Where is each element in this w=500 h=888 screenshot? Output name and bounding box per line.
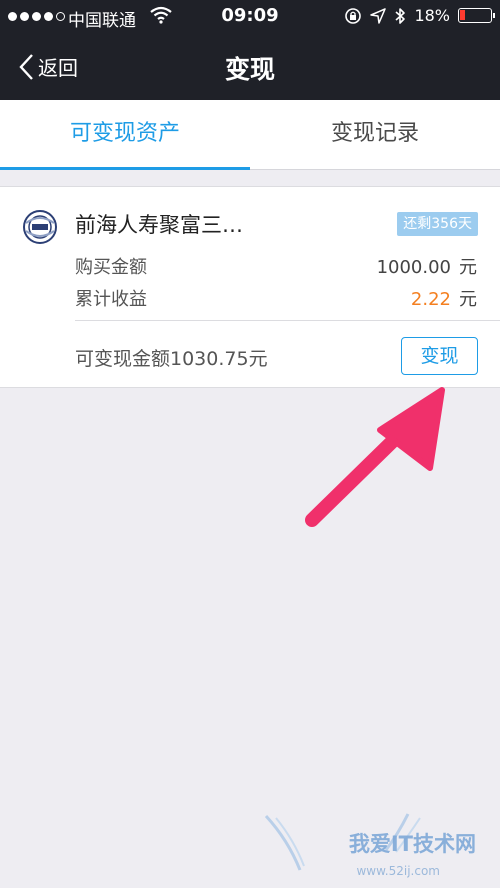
divider	[75, 320, 500, 321]
watermark-url: www.52ij.com	[356, 864, 440, 878]
insurer-logo-icon	[23, 210, 57, 244]
product-name: 前海人寿聚富三…	[75, 213, 243, 237]
available-amount: 可变现金额1030.75元	[75, 348, 268, 370]
tab-bar: 可变现资产 变现记录	[0, 100, 500, 170]
page-title: 变现	[224, 55, 275, 84]
active-tab-indicator	[0, 167, 250, 170]
bluetooth-icon	[395, 7, 406, 24]
earnings-label: 累计收益	[75, 289, 147, 310]
location-icon	[370, 7, 387, 24]
navigation-bar: 返回 变现	[0, 34, 500, 100]
rotation-lock-icon	[345, 7, 362, 24]
battery-icon	[458, 8, 495, 23]
top-bar: 中国联通 09:09 18% 返回 变现	[0, 0, 500, 100]
battery-level-fill	[460, 10, 465, 20]
tab-cash-records[interactable]: 变现记录	[250, 100, 500, 170]
tab-cashable-assets[interactable]: 可变现资产	[0, 100, 250, 170]
watermark-text: 我爱IT技术网	[348, 832, 476, 856]
purchase-amount-label: 购买金额	[75, 257, 147, 278]
earnings-value: 2.22	[410, 289, 451, 310]
earnings-unit: 元	[459, 289, 477, 310]
purchase-amount-unit: 元	[459, 257, 477, 278]
battery-percentage: 18%	[414, 6, 450, 25]
remaining-days-badge: 还剩356天	[397, 212, 478, 236]
status-bar: 中国联通 09:09 18%	[0, 0, 500, 34]
pointer-arrow-icon	[305, 387, 445, 527]
asset-card: 前海人寿聚富三… 还剩356天 购买金额 1000.00 元 累计收益 2.22 元…	[0, 186, 500, 388]
cash-out-button[interactable]: 变现	[401, 337, 478, 375]
purchase-amount-value: 1000.00	[376, 257, 451, 278]
